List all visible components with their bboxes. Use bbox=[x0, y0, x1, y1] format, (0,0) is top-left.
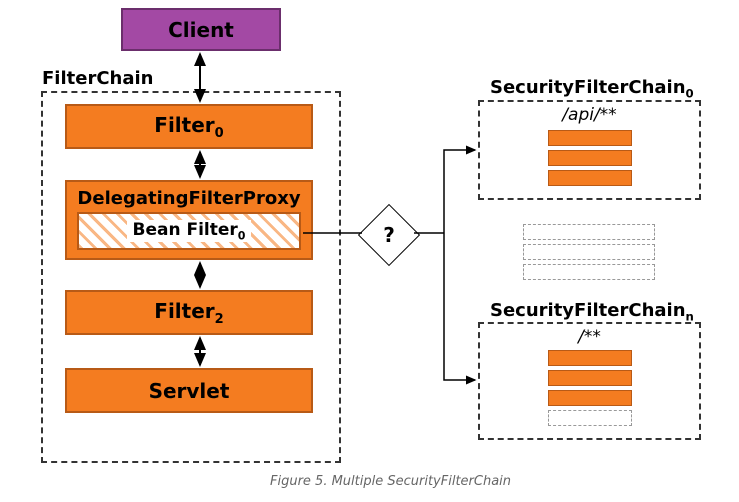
sfc0-pattern: /api/** bbox=[478, 105, 701, 125]
filter-0-box: Filter0 bbox=[65, 104, 313, 149]
filter-0-label: Filter0 bbox=[154, 113, 223, 141]
decision-diamond: ? bbox=[367, 213, 411, 257]
figure-caption: Figure 5. Multiple SecurityFilterChain bbox=[270, 474, 511, 489]
sfc0-bar-2 bbox=[548, 150, 632, 166]
servlet-label: Servlet bbox=[149, 379, 230, 403]
sfcn-label: SecurityFilterChainn bbox=[490, 300, 694, 324]
mid-bar-3 bbox=[523, 264, 655, 280]
mid-bar-1 bbox=[523, 224, 655, 240]
client-label: Client bbox=[168, 18, 234, 42]
filterchain-label: FilterChain bbox=[42, 68, 153, 89]
bean-filter-label: Bean Filter0 bbox=[127, 220, 252, 242]
filter-2-label: Filter2 bbox=[154, 299, 223, 327]
sfcn-bar-4 bbox=[548, 410, 632, 426]
decision-label: ? bbox=[367, 213, 411, 257]
servlet-box: Servlet bbox=[65, 368, 313, 413]
delegating-filter-proxy-label: DelegatingFilterProxy bbox=[77, 188, 300, 209]
sfcn-bar-3 bbox=[548, 390, 632, 406]
diagram-canvas: Client FilterChain Filter0 DelegatingFil… bbox=[0, 0, 739, 502]
filter-2-box: Filter2 bbox=[65, 290, 313, 335]
sfc0-bar-3 bbox=[548, 170, 632, 186]
sfc0-label: SecurityFilterChain0 bbox=[490, 77, 694, 101]
sfcn-bar-1 bbox=[548, 350, 632, 366]
bean-filter-box: Bean Filter0 bbox=[77, 212, 301, 250]
mid-bar-2 bbox=[523, 244, 655, 260]
sfcn-pattern: /** bbox=[478, 327, 701, 347]
sfc0-bar-1 bbox=[548, 130, 632, 146]
sfcn-bar-2 bbox=[548, 370, 632, 386]
client-box: Client bbox=[121, 8, 281, 51]
